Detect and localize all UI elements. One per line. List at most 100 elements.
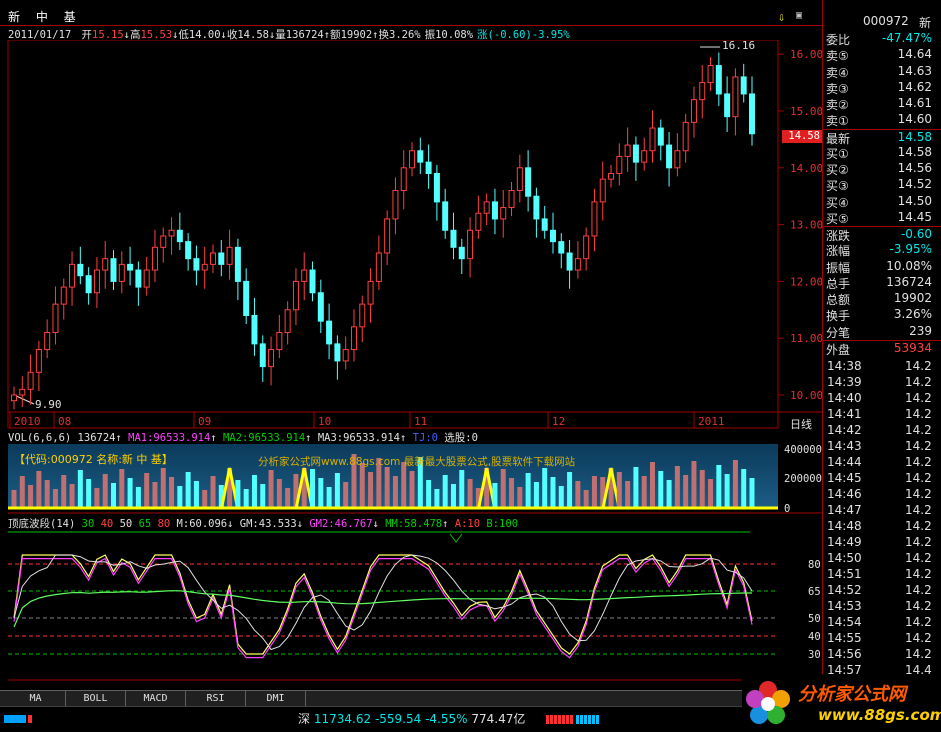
sidebar-row: 卖④ 14.63 [823,64,941,80]
tick-row: 14:41 14.2 [823,407,941,423]
volume-bar [741,469,747,508]
candle-body [11,394,17,402]
volume-bar [392,476,398,508]
tick-time: 14:40 [827,391,862,405]
volume-bar [310,469,316,508]
candle-body [185,241,192,260]
candle-body [127,263,134,271]
tab-rsi[interactable]: RSI [186,691,246,706]
tick-time: 14:43 [827,439,862,453]
candle-body [35,349,42,373]
sidebar-row-label: 卖② [826,98,849,112]
candle-body [425,161,432,174]
candle-body [732,76,739,118]
candle-body [342,349,349,362]
breadth-bar-icon [546,715,574,724]
tick-time: 14:55 [827,631,862,645]
volume-bar [616,472,622,508]
volume-bar [625,481,631,508]
candle-body [599,178,606,203]
tab-boll[interactable]: BOLL [66,691,126,706]
tick-time: 14:53 [827,599,862,613]
price-tick-label: 15.00 [790,105,822,118]
volume-bar [44,480,50,508]
volume-bar [77,470,83,508]
tick-time: 14:52 [827,583,862,597]
candle-body [193,258,200,271]
logo-text: 分析家公式网 [798,684,906,705]
candle-body [707,65,714,84]
candle-body [657,127,664,146]
candle-body [218,252,225,265]
price-tick-label: 13.00 [790,219,822,232]
price-tick-label: 11.00 [790,332,822,345]
tick-row: 14:46 14.2 [823,487,941,503]
candle-body [749,93,755,135]
candle-body [666,144,673,169]
pin-icon[interactable]: ⇩ [778,10,785,24]
period-label[interactable]: 日线 [790,416,812,432]
options-icon[interactable]: ▣ [796,10,802,21]
candle-body [682,121,689,152]
candle-body [724,93,731,118]
volume-bar [368,472,374,508]
candle-body [251,314,258,345]
volume-bar [102,474,108,508]
volume-bar [666,480,672,508]
tick-time: 14:41 [827,407,862,421]
tab-ma[interactable]: MA [6,691,66,706]
candle-body [608,172,615,180]
tab-dmi[interactable]: DMI [246,691,306,706]
index-name: 深 [298,712,311,726]
candle-body [583,235,590,260]
tick-row: 14:54 14.2 [823,615,941,631]
volume-bar [633,467,639,508]
tick-price: 14.2 [905,567,932,581]
volume-bar [509,478,515,508]
volume-bar [691,461,697,508]
volume-bar [160,468,166,508]
indicator-chart[interactable]: 80 65 50 40 30 [0,528,822,690]
candle-body [334,343,341,362]
sidebar-row-label: 外盘 [826,342,851,357]
indicator-tick-label: 40 [808,631,821,643]
candle-body [317,292,324,322]
volume-bar [426,480,432,508]
candle-body [632,144,639,163]
candle-body [284,309,291,334]
tick-row: 14:51 14.2 [823,567,941,583]
sidebar-row: 买③ 14.52 [823,177,941,193]
volume-bar [708,479,714,508]
volume-bar [127,478,133,508]
tick-time: 14:39 [827,375,862,389]
candle-body [566,252,573,271]
tick-price: 14.2 [905,615,932,629]
sidebar-row-value: 239 [909,323,932,338]
candle-body [292,280,299,311]
candle-body [135,269,142,288]
high-marker: 16.16 [722,39,756,52]
sidebar-row: 最新 14.58 [823,128,941,146]
volume-bar [434,489,440,508]
volume-bar [251,475,257,508]
candle-body [110,258,117,282]
indicator-tick-label: 50 [808,613,821,625]
candle-body [226,246,233,265]
tick-time: 14:56 [827,647,862,661]
candle-body [491,201,498,220]
candle-body [533,195,540,220]
tick-time: 14:47 [827,503,862,517]
candle-body [715,65,722,95]
candlestick-chart[interactable]: 16.00 15.00 14.00 13.00 12.00 11.00 10.00 2010… [0,40,822,430]
tick-row: 14:39 14.2 [823,375,941,391]
tick-time: 14:42 [827,423,862,437]
tick-time: 14:46 [827,487,862,501]
candle-body [201,263,208,271]
watermark-text: 分析家公式网www.88gs.com 最新最大股票公式,股票软件下载网站 [258,456,576,468]
tick-row: 14:55 14.2 [823,631,941,647]
tab-macd[interactable]: MACD [126,691,186,706]
candle-body [359,303,366,328]
chart-border [7,40,779,429]
volume-bar [334,473,340,508]
market-bar-icon [4,715,26,723]
